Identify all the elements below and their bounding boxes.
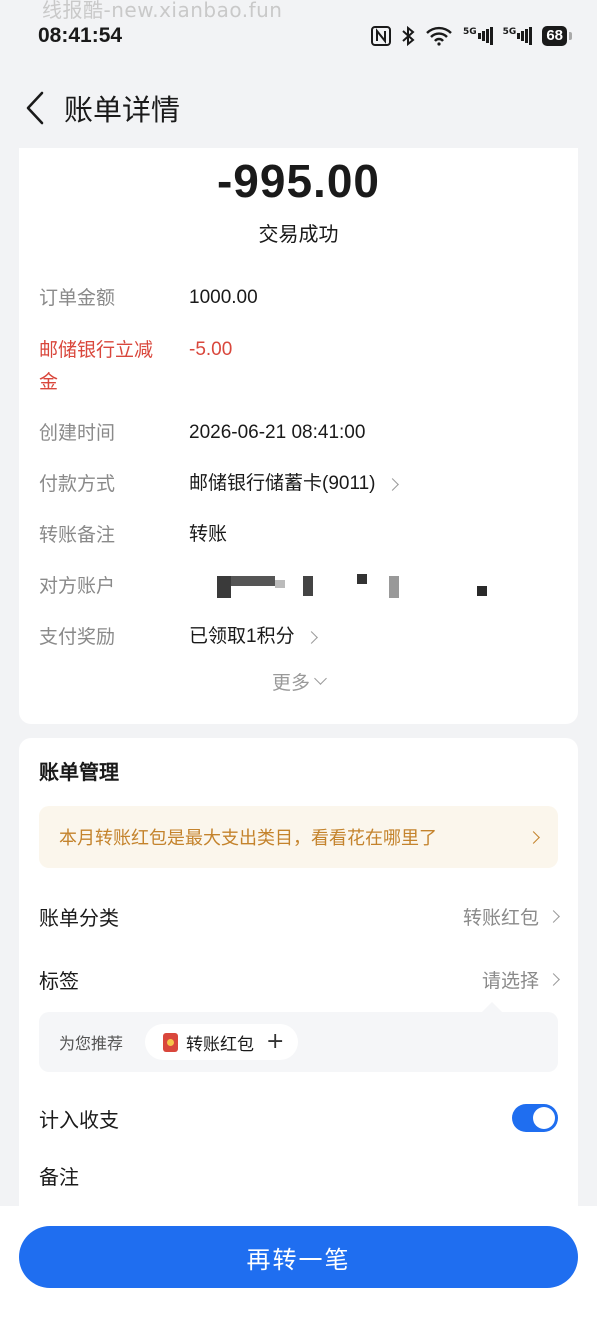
page-title: 账单详情 (64, 93, 181, 127)
include-toggle[interactable] (512, 1104, 558, 1132)
more-button[interactable]: 更多 (19, 668, 578, 695)
transaction-status: 交易成功 (258, 222, 339, 246)
detail-label: 对方账户 (39, 575, 116, 597)
header: 账单详情 (0, 78, 597, 138)
include-label: 计入收支 (39, 1107, 119, 1132)
back-arrow-icon (26, 91, 44, 125)
tag-recommendation: 为您推荐 转账红包 + (39, 1002, 558, 1072)
note-label: 备注 (39, 1164, 79, 1189)
amount: -995.00 (216, 155, 380, 207)
chip-label: 转账红包 (186, 1034, 255, 1055)
bill-management-card: 账单管理 本月转账红包是最大支出类目，看看花在哪里了 账单分类 转账红包 标签 … (19, 738, 578, 1208)
promo-text: 本月转账红包是最大支出类目，看看花在哪里了 (59, 828, 437, 849)
more-label: 更多 (271, 672, 310, 694)
chevron-right-icon (385, 477, 399, 491)
detail-label: 订单金额 (39, 287, 116, 309)
tag-row[interactable]: 标签 请选择 (39, 959, 560, 999)
recommend-label: 为您推荐 (59, 1034, 124, 1053)
bluetooth-icon (401, 25, 415, 47)
reward-value: 已领取1积分 (189, 626, 295, 647)
promo-banner[interactable]: 本月转账红包是最大支出类目，看看花在哪里了 (39, 806, 558, 868)
detail-value: -5.00 (189, 339, 233, 360)
tag-label: 标签 (39, 968, 79, 993)
wifi-icon (425, 26, 453, 46)
signal-1-icon: 5G (463, 27, 493, 45)
nfc-icon (371, 26, 391, 46)
payment-method-value: 邮储银行储蓄卡(9011) (189, 473, 376, 494)
status-bar: 08:41:54 5G 5G 68 (38, 18, 572, 54)
signal-2-icon: 5G (503, 27, 533, 45)
detail-label: 创建时间 (39, 422, 116, 444)
category-value: 转账红包 (462, 906, 539, 929)
detail-value: 2026-06-21 08:41:00 (189, 422, 366, 443)
detail-value: 转账 (189, 524, 228, 545)
status-icons: 5G 5G 68 (371, 25, 572, 47)
category-label: 账单分类 (39, 905, 119, 930)
bill-summary-card: -995.00 交易成功 订单金额 1000.00 邮储银行立减金 -5.00 … (19, 148, 578, 724)
status-time: 08:41:54 (38, 24, 123, 47)
detail-label: 转账备注 (39, 524, 116, 546)
detail-label: 付款方式 (39, 473, 116, 495)
detail-label: 支付奖励 (39, 626, 116, 648)
back-button[interactable] (0, 78, 70, 138)
redacted-account (217, 570, 507, 602)
chevron-right-icon (527, 830, 540, 844)
chevron-down-icon (314, 672, 327, 685)
detail-value: 1000.00 (189, 287, 258, 308)
note-row[interactable]: 备注 (39, 1155, 558, 1195)
detail-label: 邮储银行立减金 (39, 339, 154, 393)
chevron-right-icon (304, 630, 318, 644)
section-title: 账单管理 (39, 760, 119, 784)
include-row: 计入收支 (39, 1098, 558, 1138)
transfer-again-button[interactable]: 再转一笔 (19, 1226, 578, 1288)
chevron-right-icon (547, 972, 560, 986)
chevron-right-icon (547, 909, 560, 923)
plus-icon: + (266, 1029, 285, 1054)
cta-label: 再转一笔 (246, 1245, 351, 1274)
category-row[interactable]: 账单分类 转账红包 (39, 896, 560, 936)
battery-icon: 68 (542, 26, 572, 46)
recommend-chip[interactable]: 转账红包 + (145, 1024, 299, 1060)
tag-value: 请选择 (481, 969, 539, 992)
red-packet-icon (163, 1032, 179, 1052)
